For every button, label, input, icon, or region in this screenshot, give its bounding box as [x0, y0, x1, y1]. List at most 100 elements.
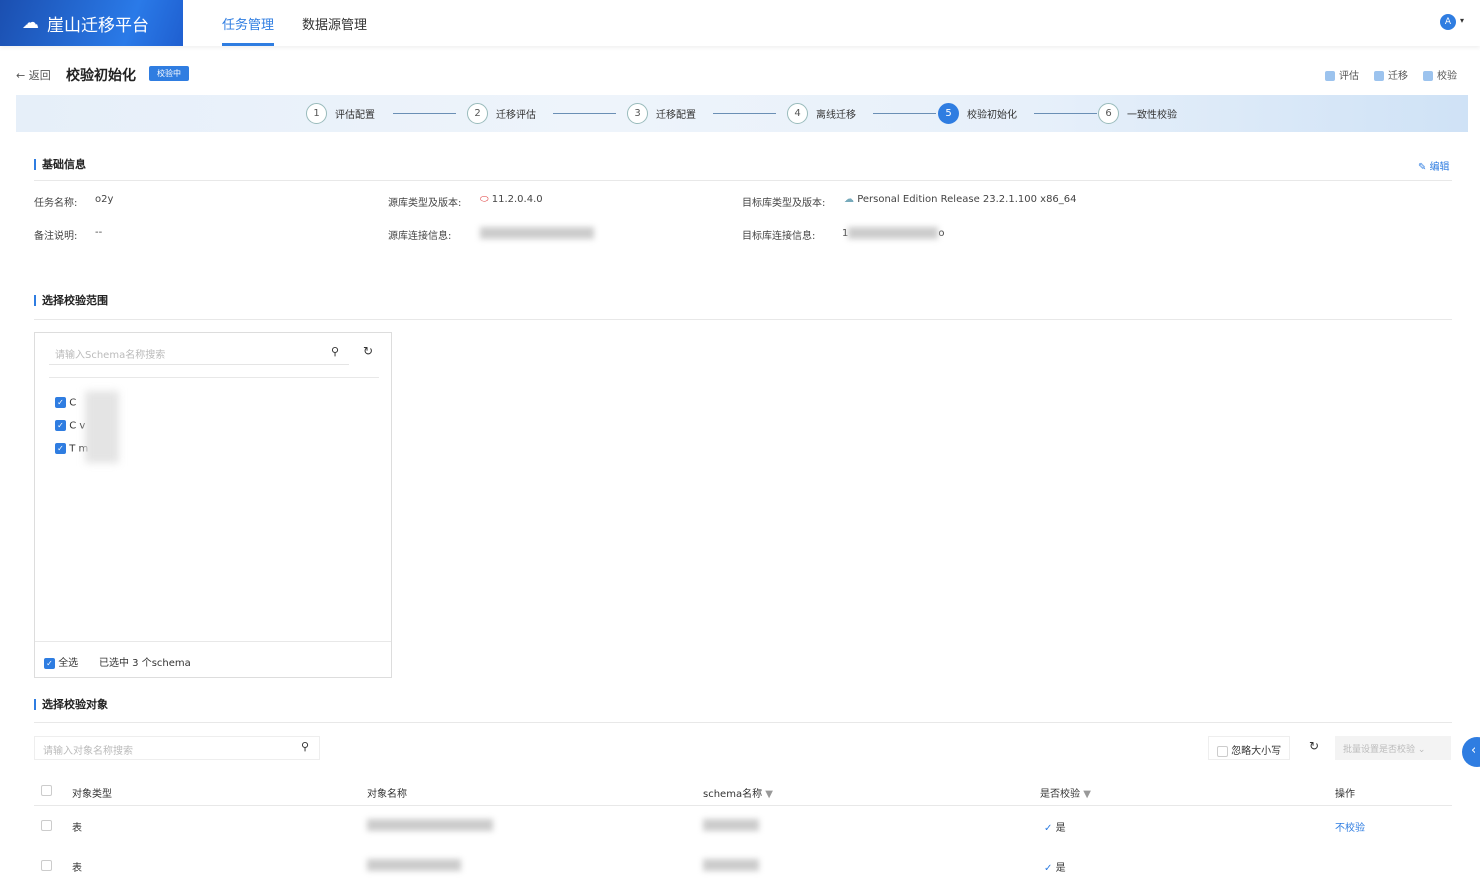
col-action: 操作 [1335, 789, 1355, 800]
nav-task-management[interactable]: 任务管理 [222, 14, 274, 33]
back-label: 返回 [28, 69, 51, 82]
filter-icon[interactable]: ▼ [1083, 789, 1091, 800]
task-name-label: 任务名称: [34, 198, 78, 209]
remark-label: 备注说明: [34, 231, 78, 242]
col-schema-name[interactable]: schema名称 ▼ [703, 785, 773, 800]
select-all-checkbox[interactable]: ✓ 全选 [44, 654, 78, 669]
step-label: 校验初始化 [967, 110, 1017, 121]
step-number: 6 [1098, 103, 1119, 124]
step-label: 离线迁移 [816, 110, 856, 121]
redaction [85, 391, 119, 463]
dst-conn-label: 目标库连接信息: [742, 231, 816, 242]
refresh-icon[interactable]: ↻ [1309, 739, 1319, 753]
schema-item[interactable]: ✓ T m [55, 443, 88, 455]
nav-active-indicator [222, 43, 274, 46]
ignore-case-label: 忽略大小写 [1231, 746, 1282, 757]
app-logo[interactable]: ☁ 崖山迁移平台 [0, 0, 183, 46]
checkbox-checked-icon: ✓ [55, 397, 66, 408]
toggle-migrate[interactable]: 迁移 [1374, 67, 1408, 82]
divider [34, 722, 1452, 723]
object-name-redacted [367, 819, 493, 831]
dst-conn-value: 1o [842, 227, 945, 239]
pencil-icon: ✎ [1418, 162, 1430, 173]
verify-value: ✓ 是 [1044, 819, 1066, 834]
checkbox-checked-icon: ✓ [55, 420, 66, 431]
step-label: 一致性校验 [1127, 110, 1177, 121]
search-icon[interactable]: ⚲ [331, 345, 339, 358]
select-all-label: 全选 [58, 658, 79, 669]
step-label: 迁移评估 [496, 110, 536, 121]
dst-version: Personal Edition Release 23.2.1.100 x86_… [857, 194, 1077, 205]
remark-value: -- [95, 227, 103, 238]
row-checkbox[interactable] [41, 820, 52, 831]
src-version: 11.2.0.4.0 [491, 194, 543, 205]
schema-item[interactable]: ✓ C v [55, 420, 85, 432]
step-6: 6 一致性校验 [1098, 103, 1177, 124]
row-checkbox[interactable] [41, 860, 52, 871]
section-title-scope: 选择校验范围 [34, 295, 108, 306]
section-title-objects: 选择校验对象 [34, 699, 108, 710]
select-all-rows-checkbox[interactable] [41, 785, 52, 797]
table-row: 表 ✓ 是 [34, 850, 1452, 880]
col-verify[interactable]: 是否校验 ▼ [1040, 785, 1091, 800]
cloud-icon: ☁ [22, 13, 39, 33]
schema-name-redacted [703, 859, 759, 871]
col-label: schema名称 [703, 789, 763, 800]
verify-text: 是 [1055, 823, 1066, 834]
step-connector [553, 113, 616, 114]
steps-bar: 1 评估配置 2 迁移评估 3 迁移配置 4 离线迁移 5 校验初始化 6 一致性校验 [16, 95, 1468, 132]
status-badge: 校验中 [149, 66, 189, 81]
toggle-label: 校验 [1437, 71, 1457, 82]
src-conn-value-redacted [480, 227, 594, 239]
ignore-case-checkbox[interactable]: 忽略大小写 [1208, 736, 1291, 760]
batch-label: 批量设置是否校验 [1343, 745, 1416, 755]
step-number: 4 [787, 103, 808, 124]
step-2: 2 迁移评估 [467, 103, 536, 124]
skip-verify-link[interactable]: 不校验 [1335, 819, 1365, 834]
edit-button[interactable]: ✎ 编辑 [1418, 158, 1450, 173]
checkbox-checked-icon: ✓ [44, 657, 55, 669]
col-object-name: 对象名称 [367, 789, 407, 800]
step-1: 1 评估配置 [306, 103, 375, 124]
oracle-icon: ⬭ [480, 194, 492, 205]
src-conn-label: 源库连接信息: [388, 231, 452, 242]
step-number: 5 [938, 103, 959, 124]
verify-value: ✓ 是 [1044, 859, 1066, 874]
object-type: 表 [72, 823, 82, 834]
step-connector [1034, 113, 1097, 114]
filter-icon[interactable]: ▼ [765, 789, 773, 800]
verify-text: 是 [1055, 863, 1066, 874]
nav-datasource-management[interactable]: 数据源管理 [302, 14, 367, 33]
back-button[interactable]: ← 返回 [16, 67, 51, 83]
dst-type-label: 目标库类型及版本: [742, 198, 826, 209]
step-connector [873, 113, 936, 114]
divider [49, 377, 379, 378]
schema-name-redacted [703, 819, 759, 831]
divider [34, 805, 1452, 806]
collapse-side-button[interactable]: ‹ [1462, 737, 1480, 767]
object-type: 表 [72, 863, 82, 874]
batch-set-select[interactable]: 批量设置是否校验 ⌄ [1335, 736, 1451, 760]
schema-search-input[interactable]: 请输入Schema名称搜索 [49, 341, 349, 365]
step-number: 1 [306, 103, 327, 124]
dst-conn-suffix: o [938, 228, 945, 239]
chevron-down-icon[interactable]: ▾ [1460, 16, 1464, 25]
src-type-label: 源库类型及版本: [388, 198, 462, 209]
toggle-assess[interactable]: 评估 [1325, 67, 1359, 82]
toggle-verify[interactable]: 校验 [1423, 67, 1457, 82]
schema-item[interactable]: ✓ C [55, 397, 76, 409]
divider [35, 641, 391, 642]
table-row: 表 ✓ 是 不校验 [34, 810, 1452, 840]
step-connector [713, 113, 776, 114]
checkbox-icon [1217, 745, 1228, 757]
avatar[interactable]: A [1440, 14, 1456, 30]
object-search-input[interactable]: 请输入对象名称搜索 [34, 736, 320, 760]
refresh-icon[interactable]: ↻ [363, 344, 373, 358]
col-label: 是否校验 [1040, 789, 1080, 800]
selected-count: 已选中 3 个schema [99, 658, 191, 669]
search-icon[interactable]: ⚲ [301, 740, 309, 753]
step-number: 3 [627, 103, 648, 124]
step-number: 2 [467, 103, 488, 124]
schema-panel: 请输入Schema名称搜索 ⚲ ↻ ✓ C ✓ C v ✓ T m ✓ 全选 已… [34, 332, 392, 678]
step-5: 5 校验初始化 [938, 103, 1017, 124]
